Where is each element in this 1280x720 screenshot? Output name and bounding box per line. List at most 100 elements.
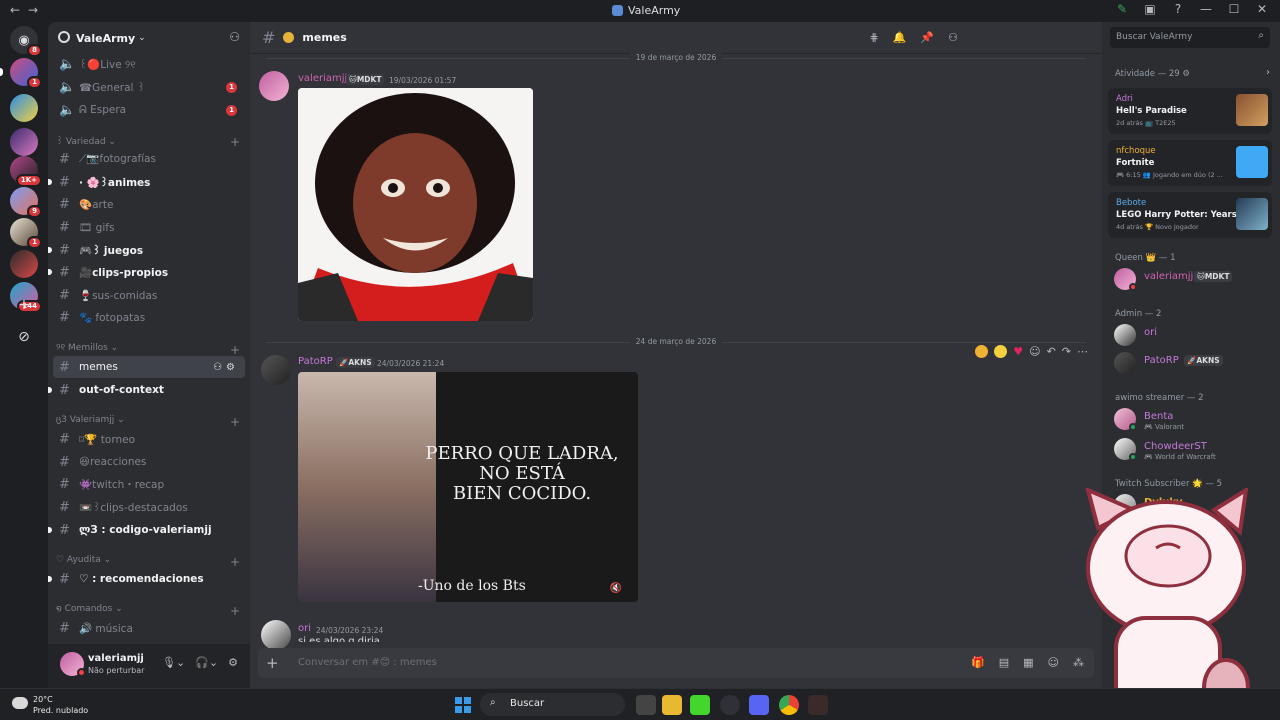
- message-author[interactable]: valeriamjj: [298, 73, 347, 84]
- channel-gifs[interactable]: # 🎞 gifs: [53, 216, 245, 238]
- sticker-icon[interactable]: ▦: [1023, 656, 1033, 669]
- server-icon[interactable]: 1K+: [10, 156, 42, 187]
- voice-channel-general[interactable]: 🔈 ☎︎General ꒱ 1: [53, 76, 245, 98]
- meme-image[interactable]: [298, 88, 533, 321]
- pin-icon[interactable]: 📌: [920, 31, 934, 44]
- gif-icon[interactable]: ▤: [999, 656, 1009, 669]
- chrome-icon[interactable]: [779, 695, 799, 715]
- category-variedad[interactable]: ꒱ Variedad ⌄ +: [56, 135, 240, 149]
- plus-icon[interactable]: +: [266, 654, 279, 672]
- channel-musica[interactable]: # 🔊 música: [53, 617, 245, 639]
- category-memillos[interactable]: ୨୧ Memillos ⌄ +: [56, 343, 240, 357]
- message-author[interactable]: PatoRP: [298, 356, 333, 367]
- add-channel-icon[interactable]: +: [230, 135, 240, 149]
- channel-clips-propios[interactable]: # 🎥clips-propios: [48, 261, 245, 283]
- channel-juegos[interactable]: # 🎮꒱ juegos: [48, 239, 245, 261]
- member-item[interactable]: valeriamjj 🐱MDKT: [1114, 268, 1274, 294]
- discord-icon[interactable]: [749, 695, 769, 715]
- member-item[interactable]: PatoRP 🚀AKNS: [1114, 352, 1274, 378]
- inbox-icon[interactable]: ▣: [1142, 2, 1158, 16]
- channel-sus-comidas[interactable]: # 🍷sus-comidas: [53, 284, 245, 306]
- app-icon[interactable]: [720, 695, 740, 715]
- guild-header[interactable]: ValeArmy ⌄ ⚇: [48, 22, 250, 54]
- category-valeriamjj[interactable]: ცЗ Valeriamjj ⌄ +: [56, 415, 240, 429]
- activity-card[interactable]: Bebote LEGO Harry Potter: Years 1... 4d …: [1108, 192, 1272, 238]
- message-author[interactable]: ori: [298, 623, 311, 634]
- reaction-emoji-icon[interactable]: [994, 345, 1008, 358]
- meme-image[interactable]: PERRO QUE LADRA, NO ESTÁ BIEN COCIDO. -U…: [298, 372, 638, 602]
- emoji-icon[interactable]: ☺: [1048, 656, 1059, 669]
- avatar[interactable]: [261, 620, 291, 650]
- chevron-right-icon[interactable]: ›: [1266, 67, 1270, 78]
- channel-arte[interactable]: # 🎨arte: [53, 193, 245, 215]
- add-channel-icon[interactable]: +: [230, 415, 240, 429]
- home-button[interactable]: ◉ 8: [10, 26, 42, 57]
- add-channel-icon[interactable]: +: [230, 604, 240, 618]
- add-channel-icon[interactable]: +: [230, 343, 240, 357]
- help-icon[interactable]: ?: [1170, 2, 1186, 16]
- category-comandos[interactable]: ໑ Comandos ⌄ +: [56, 604, 240, 618]
- minimize-button[interactable]: —: [1198, 2, 1214, 16]
- gift-icon[interactable]: 🎁: [971, 656, 985, 669]
- member-item[interactable]: Benta 🎮 Valorant: [1114, 408, 1274, 434]
- bell-icon[interactable]: 🔔: [893, 31, 907, 44]
- reply-icon[interactable]: ↶: [1047, 345, 1056, 358]
- forward-icon[interactable]: ↷: [1062, 345, 1071, 358]
- guild-tag[interactable]: 🚀AKNS: [336, 357, 375, 368]
- channel-reacciones[interactable]: # 😆reacciones: [53, 451, 245, 473]
- channel-twitch-recap[interactable]: # 👾twitch・recap: [53, 473, 245, 495]
- add-channel-icon[interactable]: +: [230, 555, 240, 569]
- start-button[interactable]: [455, 697, 471, 713]
- channel-memes[interactable]: # memes ⚇⚙: [53, 356, 245, 378]
- avatar[interactable]: [259, 71, 289, 101]
- member-item[interactable]: ori: [1114, 324, 1274, 350]
- activity-card[interactable]: Adri Hell's Paradise 2d atrás 📺 T2E25: [1108, 88, 1272, 134]
- channel-animes[interactable]: # · 🌸꒱animes: [48, 171, 245, 193]
- explore-icon[interactable]: ⊘: [14, 327, 34, 347]
- voice-channel-espera[interactable]: 🔈 ᕱ Espera 1: [53, 99, 245, 121]
- server-icon[interactable]: [10, 250, 38, 278]
- maximize-button[interactable]: ☐: [1226, 2, 1242, 16]
- close-button[interactable]: ✕: [1254, 2, 1270, 16]
- mute-icon[interactable]: 🔇: [610, 583, 622, 594]
- server-icon[interactable]: 9: [10, 187, 42, 218]
- channel-torneo[interactable]: # ⌑🏆 torneo: [53, 428, 245, 450]
- channel-clips-destacados[interactable]: # 📼꒱clips-destacados: [53, 496, 245, 518]
- server-icon[interactable]: [10, 128, 38, 156]
- channel-codigo-valeriamjj[interactable]: # ლЗ : codigo-valeriamjj: [48, 519, 245, 541]
- headphones-icon[interactable]: 🎧⌄: [195, 656, 218, 669]
- composer-input[interactable]: Conversar em #😊 : memes: [298, 657, 437, 668]
- channel-out-of-context[interactable]: # out-of-context: [48, 379, 245, 401]
- member-item[interactable]: ChowdeerST 🎮 World of Warcraft: [1114, 438, 1274, 464]
- leaf-icon[interactable]: ✎: [1114, 2, 1130, 16]
- channel-fotopatas[interactable]: # 🐾 fotopatas: [53, 306, 245, 328]
- file-explorer-icon[interactable]: [662, 695, 682, 715]
- nav-arrows[interactable]: ←→: [10, 3, 46, 17]
- channel-recomendaciones[interactable]: # ♡ : recomendaciones: [48, 568, 245, 590]
- invite-icon[interactable]: ⚇: [229, 30, 240, 44]
- task-view-icon[interactable]: [636, 695, 656, 715]
- gear-icon[interactable]: ⚙: [228, 656, 238, 669]
- taskbar-search[interactable]: ⌕ Buscar: [480, 693, 625, 716]
- add-server-icon[interactable]: +: [14, 295, 34, 315]
- reaction-emoji-icon[interactable]: [975, 345, 989, 358]
- server-icon[interactable]: 1: [10, 218, 42, 249]
- app-icon[interactable]: [808, 695, 828, 715]
- guild-tag[interactable]: 🐱MDKT: [346, 74, 385, 85]
- activity-card[interactable]: nfchoque Fortnite 🎮 6:15 👥 Jogando em dú…: [1108, 140, 1272, 186]
- channel-fotografias[interactable]: # ⟋📷fotografías: [53, 148, 245, 170]
- more-icon[interactable]: ⋯: [1077, 345, 1088, 358]
- search-input[interactable]: Buscar ValeArmy ⌕: [1110, 27, 1270, 48]
- voice-channel-live[interactable]: 🔈 ꒰🔴Live ୨୧: [53, 53, 245, 75]
- server-icon[interactable]: 1: [10, 58, 42, 89]
- heart-icon[interactable]: ♥: [1013, 345, 1023, 358]
- avatar[interactable]: [261, 355, 291, 385]
- category-ayudita[interactable]: ♡ Ayudita ⌄ +: [56, 555, 240, 569]
- add-reaction-icon[interactable]: ☺: [1029, 345, 1040, 358]
- razer-icon[interactable]: [690, 695, 710, 715]
- channel-settings-icons[interactable]: ⚇⚙: [213, 362, 239, 373]
- members-icon[interactable]: ⚇: [948, 31, 958, 44]
- microphone-icon[interactable]: 🎙⌄: [162, 656, 185, 669]
- server-icon[interactable]: [10, 94, 38, 122]
- threads-icon[interactable]: ⋕: [870, 31, 879, 44]
